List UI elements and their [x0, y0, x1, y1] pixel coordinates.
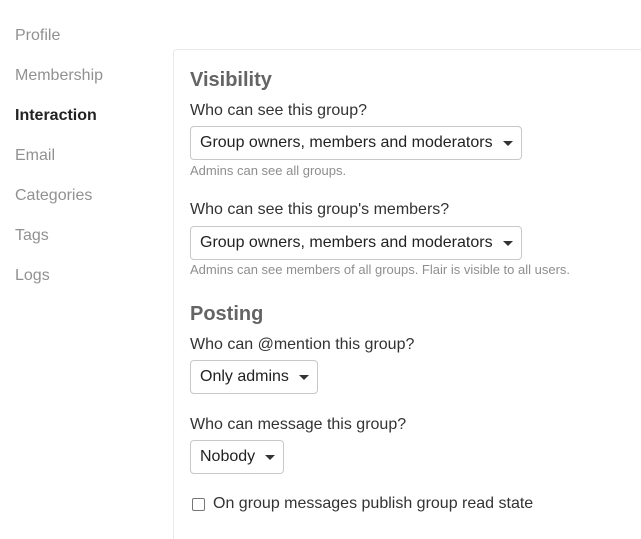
- sidebar-item-membership[interactable]: Membership: [15, 67, 103, 85]
- sidebar-item-interaction[interactable]: Interaction: [15, 107, 97, 125]
- caret-down-icon: [502, 141, 513, 146]
- sidebar-item-email[interactable]: Email: [15, 147, 55, 165]
- read-state-row: On group messages publish group read sta…: [192, 495, 533, 513]
- group-visibility-value: Group owners, members and moderators: [200, 134, 493, 151]
- read-state-checkbox[interactable]: [192, 497, 205, 511]
- caret-down-icon: [502, 241, 513, 246]
- sidebar-item-profile[interactable]: Profile: [15, 27, 60, 45]
- group-visibility-select[interactable]: Group owners, members and moderators: [190, 126, 522, 160]
- members-visibility-help: Admins can see members of all groups. Fl…: [190, 262, 571, 277]
- group-visibility-label: Who can see this group?: [190, 102, 367, 119]
- read-state-label[interactable]: On group messages publish group read sta…: [213, 495, 533, 513]
- visibility-section-title: Visibility: [190, 69, 272, 91]
- sidebar-item-logs[interactable]: Logs: [15, 267, 50, 285]
- message-value: Nobody: [200, 448, 256, 465]
- sidebar-item-tags[interactable]: Tags: [15, 227, 49, 245]
- message-label: Who can message this group?: [190, 416, 407, 433]
- message-select[interactable]: Nobody: [190, 440, 284, 474]
- caret-down-icon: [298, 375, 309, 380]
- mention-label: Who can @mention this group?: [190, 336, 415, 353]
- members-visibility-select[interactable]: Group owners, members and moderators: [190, 226, 522, 260]
- members-visibility-value: Group owners, members and moderators: [200, 234, 493, 251]
- mention-select[interactable]: Only admins: [190, 360, 318, 394]
- caret-down-icon: [265, 455, 276, 460]
- members-visibility-label: Who can see this group's members?: [190, 201, 450, 218]
- posting-section-title: Posting: [190, 303, 264, 325]
- mention-value: Only admins: [200, 368, 289, 385]
- group-visibility-help: Admins can see all groups.: [190, 163, 347, 178]
- sidebar-item-categories[interactable]: Categories: [15, 187, 92, 205]
